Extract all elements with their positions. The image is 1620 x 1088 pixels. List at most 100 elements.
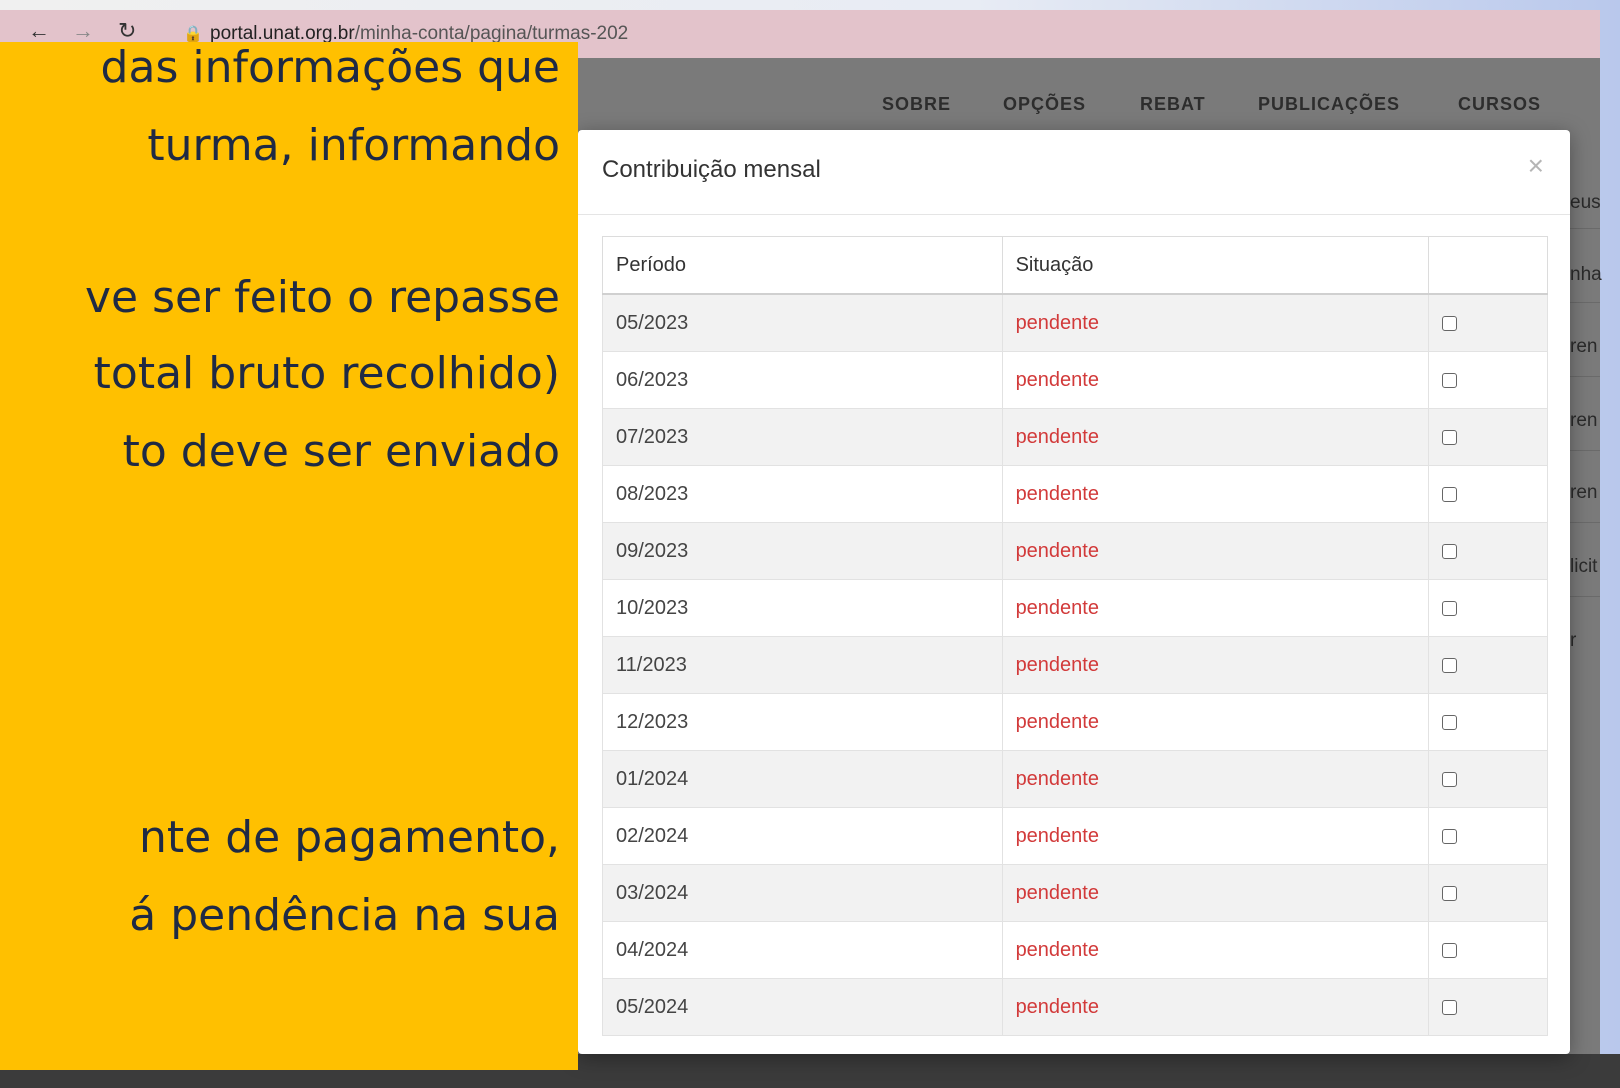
status-cell: pendente <box>1001 408 1430 466</box>
select-cell <box>1428 921 1548 979</box>
period-cell: 07/2023 <box>602 408 1003 466</box>
modal-title: Contribuição mensal <box>602 156 821 183</box>
status-cell: pendente <box>1001 579 1430 637</box>
table-row: 08/2023 pendente <box>602 465 1548 523</box>
period-cell: 10/2023 <box>602 579 1003 637</box>
side-menu-fragment: eus <box>1570 192 1601 213</box>
column-header-select <box>1428 236 1548 295</box>
side-menu-fragment: ren <box>1570 410 1598 431</box>
status-cell: pendente <box>1001 693 1430 751</box>
period-checkbox[interactable] <box>1442 828 1458 844</box>
period-checkbox[interactable] <box>1442 429 1458 445</box>
side-menu-fragment: r <box>1570 630 1577 651</box>
reload-icon[interactable]: ↻ <box>118 18 136 44</box>
annotation-line: total bruto recolhido) <box>93 348 560 399</box>
period-checkbox[interactable] <box>1442 771 1458 787</box>
contribution-table: Período Situação 05/2023 pendente 06/2023 p… <box>602 236 1548 1036</box>
select-cell <box>1428 579 1548 637</box>
period-checkbox[interactable] <box>1442 885 1458 901</box>
select-cell <box>1428 864 1548 922</box>
status-cell: pendente <box>1001 636 1430 694</box>
period-cell: 02/2024 <box>602 807 1003 865</box>
status-cell: pendente <box>1001 978 1430 1036</box>
select-cell <box>1428 465 1548 523</box>
status-cell: pendente <box>1001 807 1430 865</box>
column-header-period: Período <box>602 236 1003 295</box>
forward-icon[interactable]: → <box>72 18 94 44</box>
url-host: portal.unat.org.br <box>210 23 355 44</box>
close-icon[interactable]: × <box>1528 150 1544 182</box>
nav-publicacoes[interactable]: PUBLICAÇÕES <box>1258 94 1400 115</box>
modal-header: Contribuição mensal × <box>578 130 1570 215</box>
annotation-line: turma, informando <box>147 120 560 171</box>
nav-opcoes[interactable]: OPÇÕES <box>1003 94 1086 115</box>
table-header-row: Período Situação <box>602 236 1548 295</box>
table-row: 12/2023 pendente <box>602 693 1548 751</box>
period-checkbox[interactable] <box>1442 657 1458 673</box>
period-cell: 08/2023 <box>602 465 1003 523</box>
table-row: 11/2023 pendente <box>602 636 1548 694</box>
period-checkbox[interactable] <box>1442 315 1458 331</box>
period-checkbox[interactable] <box>1442 942 1458 958</box>
table-row: 04/2024 pendente <box>602 921 1548 979</box>
side-menu-fragment: nha <box>1570 264 1602 285</box>
annotation-line: das informações que <box>100 42 560 93</box>
table-row: 03/2024 pendente <box>602 864 1548 922</box>
period-cell: 11/2023 <box>602 636 1003 694</box>
status-cell: pendente <box>1001 293 1430 352</box>
side-menu-fragment: licit <box>1570 556 1598 577</box>
table-row: 10/2023 pendente <box>602 579 1548 637</box>
nav-rebat[interactable]: REBAT <box>1140 94 1206 115</box>
select-cell <box>1428 807 1548 865</box>
screen: ← → ↻ 🔒 portal.unat.org.br/minha-conta/p… <box>0 0 1620 1088</box>
annotation-line: ve ser feito o repasse <box>84 272 560 323</box>
table-row: 06/2023 pendente <box>602 351 1548 409</box>
back-icon[interactable]: ← <box>28 18 50 44</box>
table-row: 05/2024 pendente <box>602 978 1548 1036</box>
nav-cursos[interactable]: CURSOS <box>1458 94 1541 115</box>
period-cell: 03/2024 <box>602 864 1003 922</box>
annotation-line: to deve ser enviado <box>122 426 560 477</box>
period-checkbox[interactable] <box>1442 714 1458 730</box>
status-cell: pendente <box>1001 351 1430 409</box>
table-row: 05/2023 pendente <box>602 293 1548 352</box>
annotation-line: á pendência na sua <box>129 890 560 941</box>
status-cell: pendente <box>1001 465 1430 523</box>
url-path: /minha-conta/pagina/turmas-202 <box>354 23 629 44</box>
annotation-panel: das informações que turma, informando ve… <box>0 42 578 1070</box>
period-cell: 01/2024 <box>602 750 1003 808</box>
status-cell: pendente <box>1001 750 1430 808</box>
status-cell: pendente <box>1001 522 1430 580</box>
select-cell <box>1428 351 1548 409</box>
table-row: 01/2024 pendente <box>602 750 1548 808</box>
nav-sobre[interactable]: SOBRE <box>882 94 951 115</box>
select-cell <box>1428 293 1548 352</box>
period-cell: 04/2024 <box>602 921 1003 979</box>
select-cell <box>1428 636 1548 694</box>
select-cell <box>1428 408 1548 466</box>
period-checkbox[interactable] <box>1442 999 1458 1015</box>
period-cell: 05/2023 <box>602 293 1003 352</box>
period-checkbox[interactable] <box>1442 486 1458 502</box>
period-checkbox[interactable] <box>1442 372 1458 388</box>
column-header-status: Situação <box>1001 236 1430 295</box>
period-cell: 06/2023 <box>602 351 1003 409</box>
select-cell <box>1428 750 1548 808</box>
select-cell <box>1428 522 1548 580</box>
period-cell: 05/2024 <box>602 978 1003 1036</box>
side-menu-fragment: ren <box>1570 482 1598 503</box>
annotation-line: nte de pagamento, <box>139 812 560 863</box>
side-menu-fragment: ren <box>1570 336 1598 357</box>
period-checkbox[interactable] <box>1442 600 1458 616</box>
period-checkbox[interactable] <box>1442 543 1458 559</box>
lock-icon: 🔒 <box>183 26 203 43</box>
table-row: 07/2023 pendente <box>602 408 1548 466</box>
period-cell: 12/2023 <box>602 693 1003 751</box>
status-cell: pendente <box>1001 864 1430 922</box>
table-row: 02/2024 pendente <box>602 807 1548 865</box>
table-row: 09/2023 pendente <box>602 522 1548 580</box>
select-cell <box>1428 978 1548 1036</box>
select-cell <box>1428 693 1548 751</box>
status-cell: pendente <box>1001 921 1430 979</box>
contribution-modal: Contribuição mensal × Período Situação 0… <box>578 130 1570 1054</box>
